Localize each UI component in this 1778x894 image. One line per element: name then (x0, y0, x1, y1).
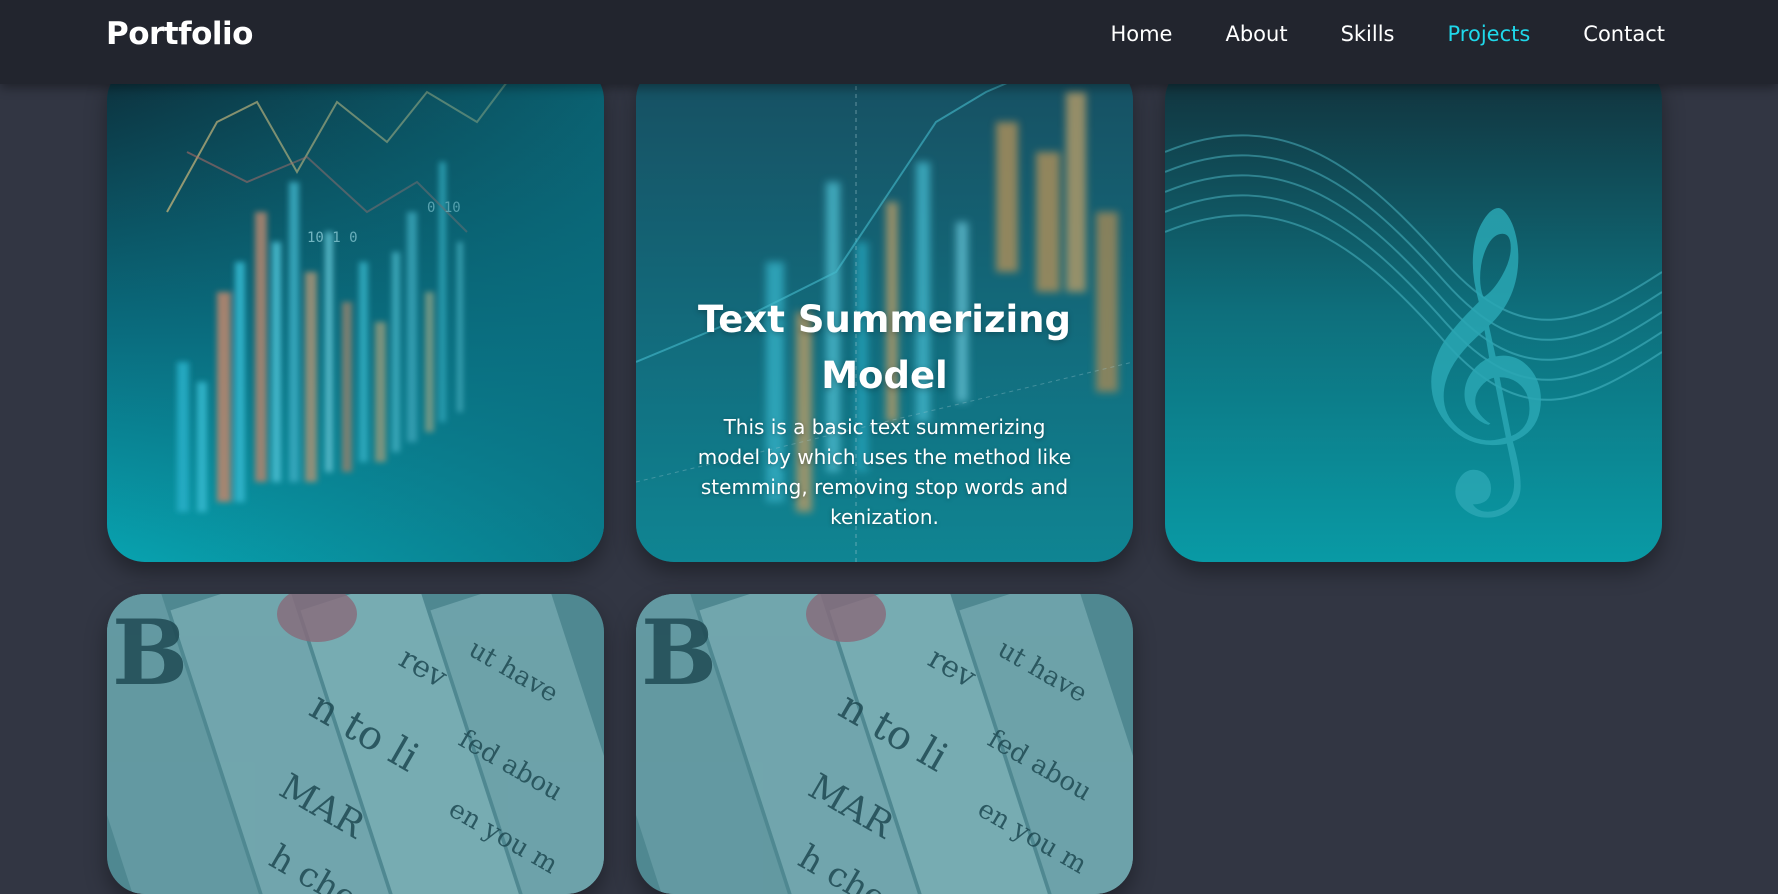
nav-link-about[interactable]: About (1225, 22, 1287, 46)
project-card-2[interactable]: Text Summerizing Model This is a basic t… (636, 62, 1133, 562)
project-overlay: Text Summerizing Model This is a basic t… (636, 292, 1133, 532)
newspaper-image: B n to li rev ut have MAR h chea fed abo… (636, 594, 1133, 894)
project-title: Text Summerizing Model (697, 298, 1072, 397)
project-card-3[interactable]: 𝄞 (1165, 62, 1662, 562)
project-description: This is a basic text summerizing model b… (697, 415, 1072, 529)
nav-link-projects[interactable]: Projects (1448, 22, 1531, 46)
project-card-1[interactable]: 10 1 0 0 10 (107, 62, 604, 562)
brand-logo[interactable]: Portfolio (106, 16, 253, 52)
navbar: Portfolio Home About Skills Projects Con… (0, 0, 1778, 84)
nav-link-contact[interactable]: Contact (1583, 22, 1665, 46)
nav-link-home[interactable]: Home (1110, 22, 1172, 46)
newspaper-image: B n to li rev ut have MAR h chea fed abo… (107, 594, 604, 894)
project-card-4[interactable]: B n to li rev ut have MAR h chea fed abo… (107, 594, 604, 894)
stock-chart-image: 10 1 0 0 10 (107, 62, 604, 562)
nav-links: Home About Skills Projects Contact (1057, 22, 1665, 46)
nav-link-skills[interactable]: Skills (1341, 22, 1395, 46)
project-card-5[interactable]: B n to li rev ut have MAR h chea fed abo… (636, 594, 1133, 894)
music-clef-image: 𝄞 (1165, 62, 1662, 562)
svg-text:𝄞: 𝄞 (1400, 202, 1554, 519)
